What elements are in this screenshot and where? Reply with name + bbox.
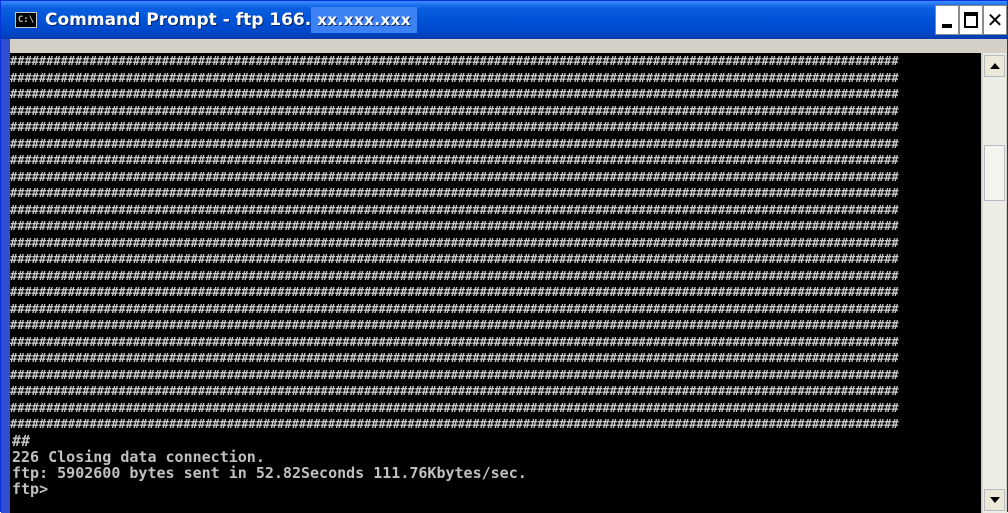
hash-progress-row: ########################################… — [10, 54, 899, 68]
window-title: Command Prompt - ftp 166. xx.xxx.xxx — [45, 7, 418, 33]
hash-progress-row: ########################################… — [10, 186, 899, 201]
hash-progress-row: ########################################… — [10, 169, 899, 184]
scroll-up-button[interactable] — [984, 55, 1005, 77]
window-title-host: xx.xxx.xxx — [311, 7, 418, 33]
hash-progress-row: ########################################… — [10, 301, 899, 316]
hash-progress-row: ########################################… — [10, 417, 899, 432]
hash-progress-row: ########################################… — [10, 202, 899, 217]
scroll-down-button[interactable] — [984, 489, 1005, 511]
close-icon: ✕ — [986, 8, 1004, 32]
command-prompt-icon[interactable]: C:\ — [15, 12, 37, 28]
hash-progress-row: ########################################… — [10, 219, 899, 234]
hash-progress-row: ########################################… — [10, 285, 899, 300]
vertical-scrollbar[interactable] — [982, 53, 1006, 513]
hash-progress-row: ########################################… — [10, 351, 899, 366]
console-line-transfer-stats: ftp: 5902600 bytes sent in 52.82Seconds … — [12, 464, 527, 482]
console-line-closing: 226 Closing data connection. — [12, 448, 265, 466]
hash-progress-row: ########################################… — [10, 120, 899, 135]
console-prompt[interactable]: ftp> — [12, 481, 48, 497]
hash-progress-row: ########################################… — [10, 70, 899, 85]
hash-progress-row: ########################################… — [10, 252, 899, 267]
hash-progress-row: ########################################… — [10, 103, 899, 118]
console-border — [1, 39, 10, 513]
hash-progress-row: ########################################… — [10, 367, 899, 382]
hash-progress-output: ########################################… — [10, 53, 981, 433]
title-bar[interactable]: C:\ Command Prompt - ftp 166. xx.xxx.xxx … — [1, 1, 1007, 39]
command-prompt-window: C:\ Command Prompt - ftp 166. xx.xxx.xxx … — [0, 0, 1008, 513]
hash-progress-row: ########################################… — [10, 153, 899, 168]
console-output[interactable]: ########################################… — [10, 53, 981, 513]
hash-progress-row: ########################################… — [10, 334, 899, 349]
window-title-prefix: Command Prompt - ftp 166. — [45, 10, 312, 30]
console-line-hash-tail: ## — [12, 432, 31, 450]
hash-progress-row: ########################################… — [10, 384, 899, 399]
hash-progress-row: ########################################… — [10, 318, 899, 333]
maximize-button[interactable] — [959, 5, 983, 35]
hash-progress-row: ########################################… — [10, 87, 899, 102]
minimize-button[interactable] — [935, 5, 959, 35]
hash-progress-row: ########################################… — [10, 268, 899, 283]
hash-progress-row: ########################################… — [10, 235, 899, 250]
hash-progress-row: ########################################… — [10, 400, 899, 415]
hash-progress-row: ########################################… — [10, 136, 899, 151]
scrollbar-thumb[interactable] — [984, 145, 1005, 201]
close-button[interactable]: ✕ — [983, 5, 1007, 35]
